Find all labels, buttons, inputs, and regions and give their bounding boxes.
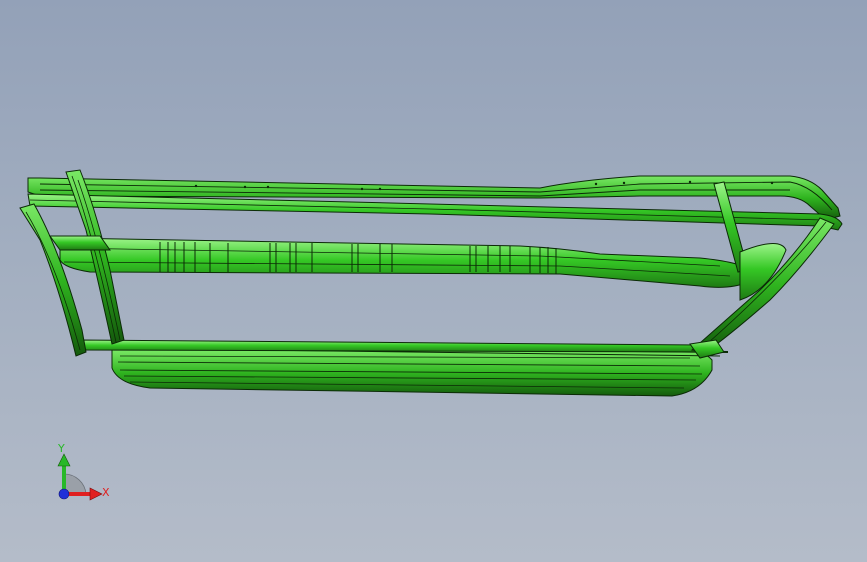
y-axis-label: Y [58, 442, 65, 455]
3d-viewport[interactable]: Y X [0, 0, 867, 562]
left-outer-pillar [19, 203, 87, 357]
middle-tube [59, 237, 751, 288]
lower-sill-rail [89, 344, 729, 397]
orientation-triad[interactable]: Y X [50, 440, 120, 510]
tube-frame-model[interactable] [0, 0, 867, 562]
x-axis-label: X [102, 486, 110, 499]
sill-inner-beam [79, 339, 705, 353]
